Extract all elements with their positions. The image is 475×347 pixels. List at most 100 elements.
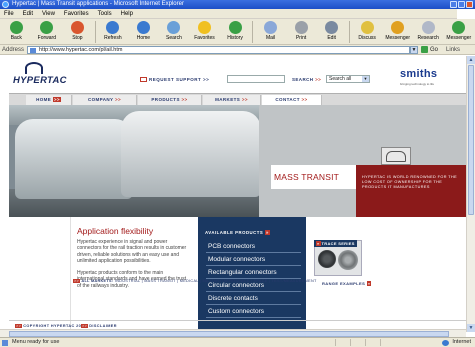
maximize-button[interactable] [458, 1, 465, 8]
toolbar-button-home[interactable]: Home [129, 19, 158, 41]
product-link-rectangular[interactable]: Rectangular connectors [206, 267, 301, 279]
product-link-custom[interactable]: Custom connectors [206, 306, 301, 318]
toolbar-button-label: History [227, 35, 243, 41]
chevron-down-icon: ▼ [362, 76, 369, 82]
minimize-button[interactable] [450, 1, 457, 8]
menu-favorites[interactable]: Favorites [64, 11, 89, 17]
forward-arrow-icon [40, 21, 54, 34]
links-button[interactable]: Links [446, 47, 460, 53]
history-icon [228, 21, 242, 34]
toolbar-button-discuss[interactable]: Discuss [353, 19, 382, 41]
smiths-tagline: bringing technology to life [400, 82, 435, 86]
nav-company[interactable]: COMPANY >> [73, 95, 137, 105]
globe-icon [442, 340, 450, 346]
toolbar-button-label: Print [295, 35, 307, 41]
toolbar-button-label: Back [10, 35, 22, 41]
menu-file[interactable]: File [4, 11, 14, 17]
request-support-link[interactable]: REQUEST SUPPORT >> [140, 77, 209, 82]
go-arrow-icon [421, 46, 429, 53]
toolbar-button-messenger[interactable]: Messenger [383, 19, 412, 41]
trace-series-label: TRACE SERIES [321, 241, 355, 246]
page-status-icon [2, 340, 8, 346]
copyright-arrow: >> [15, 324, 23, 328]
toolbar-button-forward[interactable]: Forward [33, 19, 62, 41]
section-title: Application flexibility [77, 226, 154, 236]
toolbar-button-label: Research [417, 35, 439, 41]
toolbar-button-label: Search [166, 35, 182, 41]
toolbar-button-label: Mail [265, 35, 276, 41]
toolbar-button-back[interactable]: Back [2, 19, 31, 41]
connector-image-silver [338, 250, 358, 270]
train-icon [386, 151, 406, 162]
train-image-right [121, 111, 261, 197]
close-button[interactable] [466, 1, 473, 8]
toolbar-button-refresh[interactable]: Refresh [99, 19, 128, 41]
address-input[interactable]: http://www.hypertac.com/pl/ail.htm [27, 45, 411, 54]
menu-help[interactable]: Help [121, 11, 133, 17]
trace-series-link[interactable]: » TRACE SERIES [314, 240, 357, 247]
toolbar-separator [252, 21, 254, 43]
windows-logo-icon [457, 9, 475, 19]
smiths-logo[interactable]: smiths [400, 68, 437, 80]
window-controls [450, 1, 473, 8]
menu-tools[interactable]: Tools [98, 11, 112, 17]
disclaimer-arrow: >> [81, 324, 89, 328]
menu-edit[interactable]: Edit [23, 11, 33, 17]
available-products-panel: AVAILABLE PRODUCTS » PCB connectors Modu… [198, 217, 306, 329]
address-label: Address [2, 46, 25, 53]
disclaimer-label: DISCLAIMER [89, 324, 117, 328]
vertical-scroll-thumb[interactable] [468, 65, 474, 215]
menu-view[interactable]: View [42, 11, 55, 17]
scroll-up-arrow-icon[interactable]: ▲ [467, 56, 475, 64]
toolbar-button-favorites[interactable]: Favorites [190, 19, 219, 41]
search-button[interactable]: SEARCH >> [292, 77, 321, 82]
disclaimer-link[interactable]: >> DISCLAIMER [81, 324, 117, 328]
search-scope-select[interactable]: Search all ▼ [326, 75, 370, 83]
horizontal-scrollbar[interactable] [0, 329, 466, 337]
go-button[interactable]: Go [421, 46, 438, 53]
product-link-modular[interactable]: Modular connectors [206, 254, 301, 266]
product-link-discrete[interactable]: Discrete contacts [206, 293, 301, 305]
toolbar-button-mail[interactable]: Mail [256, 19, 285, 41]
status-cell [365, 339, 379, 346]
address-url: http://www.hypertac.com/pl/ail.htm [39, 46, 123, 53]
range-examples-label: RANGE EXAMPLES [322, 281, 366, 286]
hypertac-logo[interactable]: HYPERTAC [13, 62, 68, 88]
toolbar-button-search[interactable]: Search [160, 19, 189, 41]
nav-products[interactable]: PRODUCTS >> [138, 95, 202, 105]
research-icon [421, 21, 435, 34]
main-navigation: HOME >> COMPANY >> PRODUCTS >> MARKETS >… [9, 93, 466, 105]
nav-markets-arrow: >> [241, 97, 248, 102]
nav-home[interactable]: HOME >> [26, 95, 72, 105]
markets-list[interactable]: INDUSTRIAL | MASS TRANSIT | MEDICAL | MI… [115, 279, 317, 283]
nav-contact[interactable]: CONTACT >> [262, 95, 322, 105]
mail-icon [264, 21, 278, 34]
nav-markets-label: MARKETS [215, 97, 241, 102]
search-input[interactable] [227, 75, 285, 83]
toolbar-button-history[interactable]: History [221, 19, 250, 41]
products-header-arrow: » [264, 230, 270, 235]
scroll-down-arrow-icon[interactable]: ▼ [467, 324, 475, 332]
product-link-pcb[interactable]: PCB connectors [206, 241, 301, 253]
toolbar-button-messenger[interactable]: Messenger [445, 19, 474, 41]
menu-bar: File Edit View Favorites Tools Help [0, 9, 475, 19]
range-examples-link[interactable]: RANGE EXAMPLES » [322, 281, 372, 286]
footer: >> COPYRIGHT HYPERTAC 2005 >> DISCLAIMER [15, 324, 116, 328]
toolbar-button-edit[interactable]: Edit [317, 19, 346, 41]
nav-contact-arrow: >> [301, 97, 308, 102]
refresh-icon [106, 21, 120, 34]
toolbar-button-stop[interactable]: Stop [63, 19, 92, 41]
address-dropdown-button[interactable]: ▼ [410, 45, 419, 54]
status-cell [380, 339, 394, 346]
status-cell [335, 339, 349, 346]
nav-contact-label: CONTACT [275, 97, 300, 102]
toolbar-button-research[interactable]: Research [414, 19, 443, 41]
toolbar-button-label: Edit [327, 35, 336, 41]
train-image-left [15, 119, 133, 199]
nav-markets[interactable]: MARKETS >> [203, 95, 261, 105]
home-icon [136, 21, 150, 34]
hero-blurb: HYPERTAC IS WORLD RENOWNED FOR THE LOW C… [356, 165, 466, 217]
security-zone: Internet [442, 338, 471, 347]
toolbar-button-print[interactable]: Print [287, 19, 316, 41]
vertical-scrollbar[interactable]: ▲ ▼ [466, 56, 475, 332]
